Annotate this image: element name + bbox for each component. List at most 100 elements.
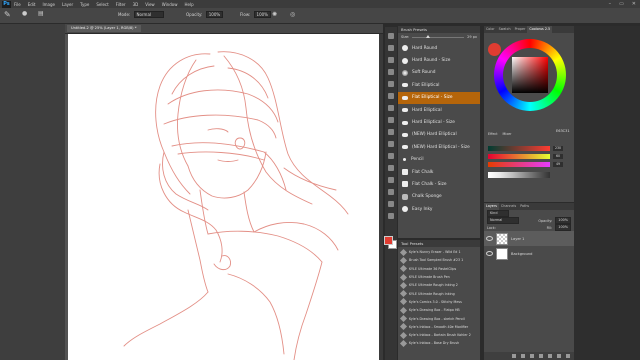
navigator-icon[interactable]	[388, 153, 394, 159]
red-slider[interactable]	[488, 145, 550, 151]
brush-preset-item[interactable]: Hard Elliptical - Size	[398, 116, 480, 128]
tool-preset-item[interactable]: KYLE Ultimate Rough Inking 2	[398, 281, 480, 289]
measurement-icon[interactable]	[388, 213, 394, 219]
brush-tool-icon[interactable]: ✎	[4, 10, 11, 19]
fill-input[interactable]: 100%	[555, 224, 571, 231]
glyphs-icon[interactable]	[388, 189, 394, 195]
history-icon[interactable]	[388, 33, 394, 39]
tab-coolorus[interactable]: Coolorus 2.5	[527, 26, 553, 33]
libraries-icon[interactable]	[388, 201, 394, 207]
brush-settings-icon[interactable]	[388, 105, 394, 111]
menu-image[interactable]: Image	[42, 2, 55, 7]
minimize-button[interactable]: –	[609, 1, 612, 7]
brush-preset-item[interactable]: Soft Round	[398, 67, 480, 79]
tool-preset-item[interactable]: Kyle's Comics 3.0 - Stitchy Mess	[398, 298, 480, 306]
tab-channels[interactable]: Channels	[499, 203, 518, 210]
brush-preset-item[interactable]: Flat Chalk - Size	[398, 178, 480, 190]
tab-properties[interactable]: Proper	[513, 26, 528, 33]
menu-view[interactable]: View	[145, 2, 155, 7]
red-slider-row[interactable]: 230	[488, 144, 570, 152]
brush-picker-icon[interactable]: ●	[22, 10, 27, 17]
tool-preset-item[interactable]: Kyle's Inkbox - Bartain Brush Kohler 2	[398, 331, 480, 339]
new-layer-icon[interactable]	[557, 354, 561, 358]
tab-swatches[interactable]: Swatch	[497, 26, 513, 33]
group-folder-icon[interactable]	[548, 354, 552, 358]
menu-help[interactable]: Help	[184, 2, 193, 7]
mode-control[interactable]: Mode: Normal	[118, 11, 164, 18]
tool-preset-item[interactable]: KYLE Ultimate Brush Pen	[398, 273, 480, 281]
blue-slider-row[interactable]: 49	[488, 160, 570, 168]
notes-icon[interactable]	[388, 177, 394, 183]
adjustment-layer-icon[interactable]	[539, 354, 543, 358]
green-slider-row[interactable]: 60	[488, 152, 570, 160]
trash-icon[interactable]	[566, 354, 570, 358]
airbrush-icon[interactable]: ✺	[272, 11, 277, 18]
current-color-swatch[interactable]	[488, 43, 501, 56]
layer-row[interactable]: Background	[484, 246, 574, 261]
brush-preset-item-selected[interactable]: Flat Elliptical - Size	[398, 91, 480, 104]
color-wheel[interactable]	[494, 39, 566, 111]
foreground-color-swatch[interactable]	[384, 236, 393, 245]
mask-icon[interactable]	[530, 354, 534, 358]
fg-bg-color-swatches[interactable]	[384, 236, 397, 249]
document-canvas[interactable]	[68, 34, 379, 360]
flow-control[interactable]: Flow: 100%	[240, 11, 271, 18]
brush-size-knob[interactable]	[426, 34, 431, 38]
layer-opacity-input[interactable]: 100%	[555, 217, 571, 224]
brush-preset-item[interactable]: Chalk Sponge	[398, 191, 480, 203]
tab-mixer[interactable]: Mixer	[503, 132, 512, 136]
menu-filter[interactable]: Filter	[116, 2, 126, 7]
timeline-icon[interactable]	[388, 165, 394, 171]
tool-preset-item[interactable]: Kyle's Inkbox - Base Dry Brush	[398, 339, 480, 347]
opacity-control[interactable]: Opacity: 100%	[186, 11, 224, 18]
tool-preset-item[interactable]: Kyle's Inkbox - Smooth 40e Modifier	[398, 323, 480, 331]
tool-preset-item[interactable]: KYLE Ultimate 36 PastelClips	[398, 265, 480, 273]
flow-input[interactable]: 100%	[253, 11, 271, 18]
tool-preset-item[interactable]: Kyle's Nunny Eraser - Wild Ed 1	[398, 248, 480, 256]
link-layers-icon[interactable]	[512, 354, 516, 358]
tablet-pressure-icon[interactable]: ◎	[290, 11, 295, 18]
tab-effect[interactable]: Effect	[488, 132, 498, 136]
tab-color[interactable]: Color	[484, 26, 497, 33]
tool-preset-item[interactable]: Kyle's Drawing Box - sketch Pencil	[398, 314, 480, 323]
menu-edit[interactable]: Edit	[28, 2, 36, 7]
red-value[interactable]: 230	[553, 145, 563, 151]
properties-icon[interactable]	[388, 45, 394, 51]
close-button[interactable]: ✕	[632, 1, 636, 7]
visibility-eye-icon[interactable]	[486, 251, 493, 256]
brush-preset-item[interactable]: Hard Round	[398, 42, 480, 54]
green-slider[interactable]	[488, 153, 550, 159]
styles-icon[interactable]	[388, 69, 394, 75]
brush-preset-item[interactable]: Hard Round - Size	[398, 54, 480, 66]
document-tab[interactable]: Untitled-2 @ 25% (Layer 1, RGB/8) *	[67, 25, 141, 32]
brush-size-value[interactable]: 29 px	[467, 35, 477, 39]
character-icon[interactable]	[388, 81, 394, 87]
menu-3d[interactable]: 3D	[133, 2, 139, 7]
paragraph-icon[interactable]	[388, 93, 394, 99]
brush-size-row[interactable]: Size: 29 px	[398, 33, 480, 41]
blue-value[interactable]: 49	[553, 161, 563, 167]
opacity-input[interactable]: 100%	[205, 11, 224, 18]
saturation-value-square[interactable]	[512, 57, 548, 93]
brush-preset-item[interactable]: Hard Elliptical	[398, 104, 480, 116]
brush-preset-item[interactable]: (NEW) Hard Elliptical - Size	[398, 141, 480, 153]
menu-file[interactable]: File	[14, 2, 21, 7]
green-value[interactable]: 60	[553, 153, 563, 159]
hex-value[interactable]: E63C31	[556, 129, 570, 133]
mode-select[interactable]: Normal	[133, 11, 164, 18]
tab-layers[interactable]: Layers	[484, 203, 499, 210]
blue-slider[interactable]	[488, 161, 550, 167]
layer-kind-select[interactable]: Kind	[487, 210, 509, 217]
tool-preset-item[interactable]: Kyle's Drawing Box - Flatpo HB	[398, 306, 480, 314]
maximize-button[interactable]: ▭	[619, 1, 624, 7]
menu-layer[interactable]: Layer	[62, 2, 73, 7]
visibility-eye-icon[interactable]	[486, 236, 493, 241]
adjustments-icon[interactable]	[388, 57, 394, 63]
actions-icon[interactable]	[388, 129, 394, 135]
fx-icon[interactable]	[521, 354, 525, 358]
brush-preset-item[interactable]: (NEW) Hard Elliptical	[398, 129, 480, 141]
menu-window[interactable]: Window	[162, 2, 178, 7]
menu-select[interactable]: Select	[96, 2, 108, 7]
clone-source-icon[interactable]	[388, 117, 394, 123]
blend-mode-select[interactable]: Normal	[487, 217, 519, 224]
